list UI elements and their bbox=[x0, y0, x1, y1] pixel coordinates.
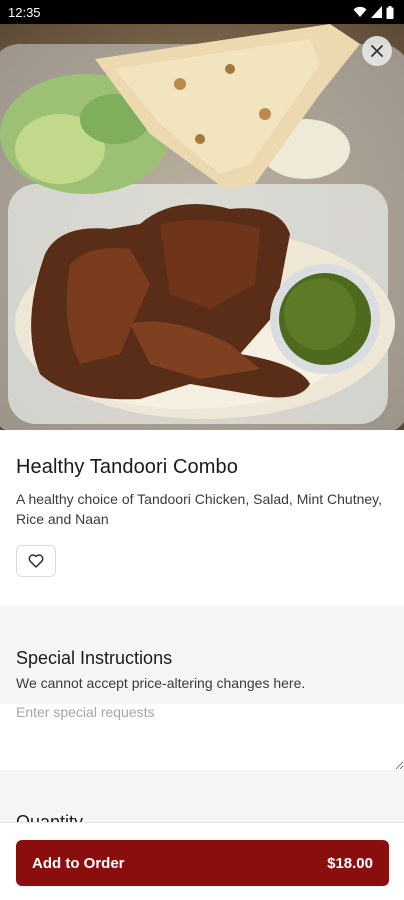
special-instructions-note: We cannot accept price-altering changes … bbox=[16, 675, 306, 691]
item-details: Healthy Tandoori Combo A healthy choice … bbox=[0, 430, 404, 577]
quantity-section: Quantity bbox=[0, 770, 404, 830]
battery-icon bbox=[386, 5, 394, 19]
favorite-button[interactable] bbox=[16, 545, 56, 577]
status-icons bbox=[353, 5, 394, 19]
item-description: A healthy choice of Tandoori Chicken, Sa… bbox=[16, 491, 383, 527]
wifi-icon bbox=[353, 6, 367, 17]
add-to-order-label: Add to Order bbox=[32, 854, 125, 872]
special-instructions-header: Special Instructions We cannot accept pr… bbox=[0, 630, 404, 704]
order-price: $18.00 bbox=[327, 854, 373, 872]
add-to-order-button[interactable]: Add to Order $18.00 bbox=[16, 840, 389, 886]
close-icon bbox=[371, 45, 383, 57]
special-instructions-title: Special Instructions bbox=[16, 648, 173, 668]
item-photo bbox=[0, 24, 404, 430]
status-time: 12:35 bbox=[8, 4, 41, 20]
heart-icon bbox=[28, 554, 44, 568]
special-requests-input[interactable] bbox=[0, 704, 404, 770]
bottom-bar: Add to Order $18.00 bbox=[0, 822, 404, 900]
section-divider bbox=[0, 606, 404, 630]
signal-icon bbox=[371, 6, 382, 18]
item-title: Healthy Tandoori Combo bbox=[16, 456, 238, 478]
status-bar: 12:35 bbox=[0, 0, 404, 24]
close-button[interactable] bbox=[362, 36, 392, 66]
